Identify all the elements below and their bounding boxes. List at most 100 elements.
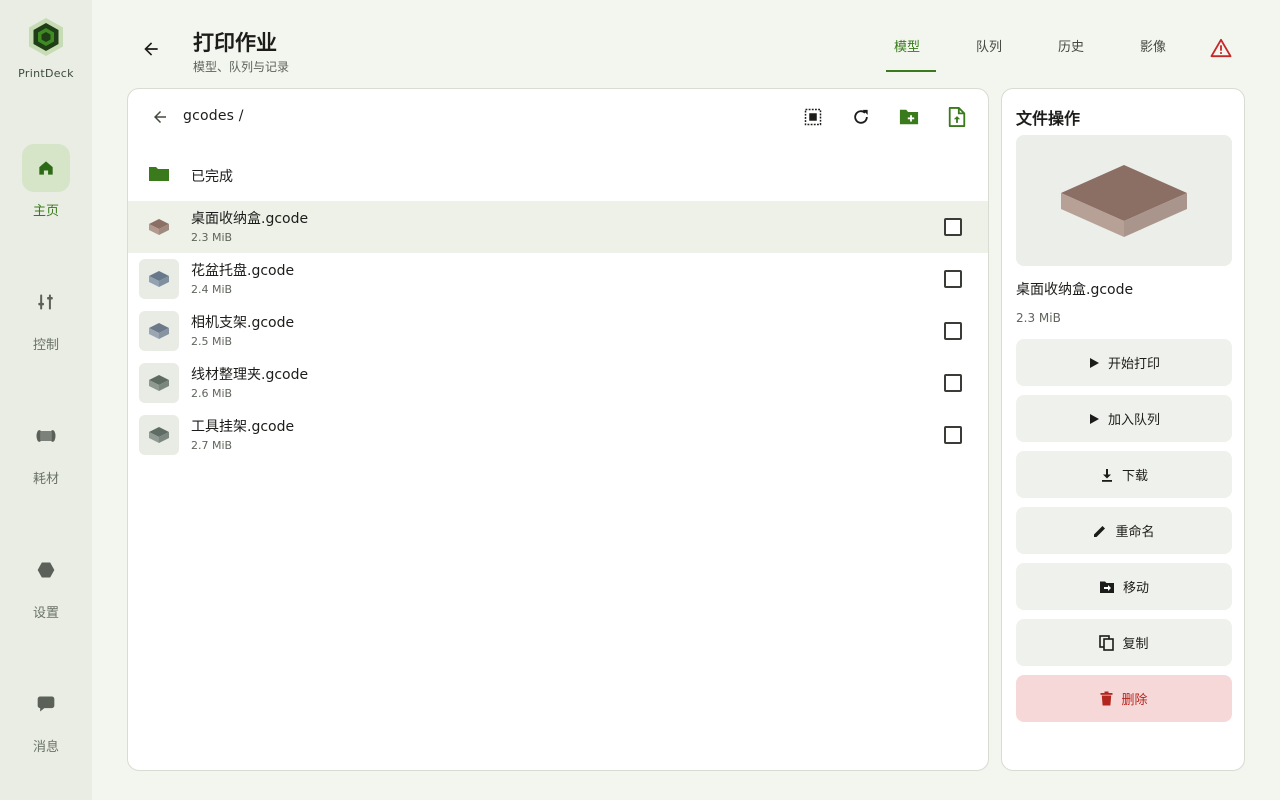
file-checkbox[interactable] (944, 426, 962, 444)
model-preview-icon (1061, 164, 1187, 237)
file-size: 2.7 MiB (191, 439, 233, 452)
rename-button[interactable]: 重命名 (1016, 507, 1232, 554)
file-checkbox[interactable] (944, 322, 962, 340)
select-all-icon (804, 108, 822, 126)
chat-icon (37, 696, 55, 712)
file-name: 花盆托盘.gcode (191, 263, 295, 279)
page-title: 打印作业 (193, 31, 277, 55)
button-label: 下载 (1121, 469, 1148, 484)
selected-file-size: 2.3 MiB (1016, 311, 1061, 325)
create-folder-icon (899, 109, 919, 125)
current-path: gcodes / (183, 108, 244, 124)
side-panel-title: 文件操作 (1016, 109, 1081, 128)
hexagon-icon (37, 562, 55, 578)
upload-file-icon (948, 107, 966, 127)
file-thumbnail (139, 207, 179, 247)
add-to-queue-button[interactable]: 加入队列 (1016, 395, 1232, 442)
nav-item-messages[interactable]: 消息 (0, 680, 92, 760)
nav-label: 消息 (32, 740, 59, 755)
model-thumbnail-icon (149, 323, 169, 339)
file-row[interactable]: 花盆托盘.gcode 2.4 MiB (128, 253, 988, 305)
back-button[interactable] (138, 36, 164, 62)
start-print-button[interactable]: 开始打印 (1016, 339, 1232, 386)
warning-icon[interactable] (1210, 38, 1232, 58)
model-preview (1016, 135, 1232, 266)
file-name: 线材整理夹.gcode (191, 367, 309, 383)
file-size: 2.4 MiB (191, 283, 233, 296)
nav-label: 耗材 (32, 472, 59, 487)
model-thumbnail-icon (149, 375, 169, 391)
spool-icon (36, 430, 56, 442)
tab-timelapse[interactable]: 影像 (1112, 30, 1194, 72)
file-actions-card: 文件操作 桌面收纳盒.gcode 2.3 MiB 开始打印 加入队列 下载 重命… (1001, 88, 1245, 771)
select-all-button[interactable] (799, 103, 827, 131)
folder-move-icon (1099, 581, 1114, 593)
button-label: 删除 (1121, 693, 1148, 708)
nav-label: 设置 (32, 606, 59, 621)
nav-label: 控制 (32, 338, 59, 353)
file-thumbnail (139, 415, 179, 455)
button-label: 复制 (1122, 637, 1149, 652)
button-label: 开始打印 (1107, 357, 1160, 372)
tab-history[interactable]: 历史 (1030, 30, 1112, 72)
copy-button[interactable]: 复制 (1016, 619, 1232, 666)
tab-models[interactable]: 模型 (866, 30, 948, 72)
tab-queue[interactable]: 队列 (948, 30, 1030, 72)
navigation-rail: PrintDeck 主页 控制 耗材 设置 消息 (0, 0, 92, 800)
file-checkbox[interactable] (944, 218, 962, 236)
download-button[interactable]: 下载 (1016, 451, 1232, 498)
file-row[interactable]: 工具挂架.gcode 2.7 MiB (128, 409, 988, 461)
file-thumbnail (139, 311, 179, 351)
app-brand-name: PrintDeck (18, 67, 74, 80)
model-thumbnail-icon (149, 271, 169, 287)
nav-item-filament[interactable]: 耗材 (0, 412, 92, 492)
home-icon (39, 161, 53, 175)
page-subtitle: 模型、队列与记录 (193, 60, 290, 74)
play-icon (1089, 413, 1099, 424)
arrow-back-icon (154, 111, 166, 123)
new-folder-button[interactable] (895, 103, 923, 131)
file-browser-card: gcodes / 已完成 桌面收纳盒.gcode 2.3 MiB 花盆托盘.gc… (127, 88, 989, 771)
trash-icon (1100, 691, 1113, 706)
model-thumbnail-icon (149, 427, 169, 443)
file-size: 2.5 MiB (191, 335, 233, 348)
pencil-icon (1094, 525, 1106, 537)
nav-item-control[interactable]: 控制 (0, 278, 92, 358)
upload-file-button[interactable] (943, 103, 971, 131)
model-thumbnail-icon (149, 219, 169, 235)
folder-row-completed[interactable]: 已完成 (128, 149, 988, 201)
file-name: 相机支架.gcode (191, 315, 295, 331)
nav-item-settings[interactable]: 设置 (0, 546, 92, 626)
sliders-icon (38, 294, 53, 310)
copy-icon (1099, 634, 1115, 651)
folder-name: 已完成 (191, 169, 233, 185)
button-label: 加入队列 (1107, 413, 1160, 428)
download-icon (1101, 468, 1112, 482)
delete-button[interactable]: 删除 (1016, 675, 1232, 722)
file-row[interactable]: 桌面收纳盒.gcode 2.3 MiB (128, 201, 988, 253)
move-button[interactable]: 移动 (1016, 563, 1232, 610)
tab-bar: 模型 队列 历史 影像 (866, 30, 1194, 74)
button-label: 重命名 (1115, 525, 1155, 540)
file-row[interactable]: 相机支架.gcode 2.5 MiB (128, 305, 988, 357)
arrow-back-icon (144, 42, 158, 56)
play-icon (1089, 357, 1099, 368)
file-checkbox[interactable] (944, 270, 962, 288)
file-thumbnail (139, 363, 179, 403)
button-label: 移动 (1122, 581, 1149, 596)
file-name: 桌面收纳盒.gcode (191, 211, 309, 227)
file-size: 2.3 MiB (191, 231, 233, 244)
refresh-icon (854, 109, 868, 124)
folder-icon (149, 167, 169, 181)
selected-file-name: 桌面收纳盒.gcode (1016, 282, 1134, 298)
nav-item-home[interactable]: 主页 (0, 144, 92, 224)
file-thumbnail (139, 259, 179, 299)
file-name: 工具挂架.gcode (191, 419, 295, 435)
file-size: 2.6 MiB (191, 387, 233, 400)
file-row[interactable]: 线材整理夹.gcode 2.6 MiB (128, 357, 988, 409)
printdeck-logo-icon (29, 18, 63, 56)
nav-label: 主页 (32, 204, 59, 219)
parent-folder-button[interactable] (148, 105, 172, 129)
refresh-button[interactable] (847, 103, 875, 131)
file-checkbox[interactable] (944, 374, 962, 392)
